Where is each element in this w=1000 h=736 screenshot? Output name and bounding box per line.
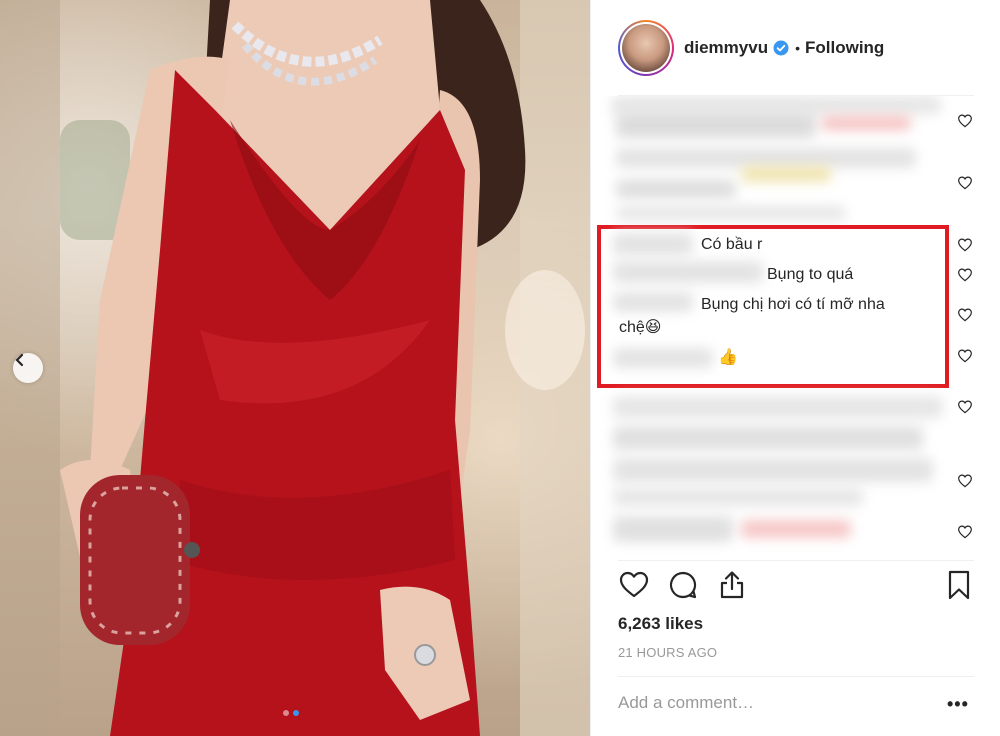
comment-like-heart-icon[interactable] [957,473,973,489]
share-icon[interactable] [716,569,748,601]
avatar[interactable] [618,19,674,76]
blurred-comment [616,112,816,138]
comment-text: Bụng chị hơi có tí mỡ nha [701,296,885,313]
blurred-comment [616,206,846,220]
comment-text: Bụng to quá [767,266,854,283]
comment-like-heart-icon[interactable] [957,348,973,364]
comment-like-heart-icon[interactable] [957,524,973,540]
bookmark-icon[interactable] [943,569,975,601]
blurred-username [613,292,693,312]
comment-text: Có bầu r [701,236,763,253]
blurred-comment [821,116,911,130]
heart-icon[interactable] [618,569,650,601]
blurred-comment [613,426,923,450]
more-options-button[interactable]: ••• [947,694,969,715]
post-sidebar: diemmyvu • Following Có bầu r Bụng to qu… [590,0,1000,736]
avatar-image [622,23,670,72]
comment-text: 👍 [718,349,738,366]
comment-icon[interactable] [667,569,699,601]
comment-like-heart-icon[interactable] [957,237,973,253]
blurred-comment [613,516,733,542]
blurred-username [613,233,693,255]
blurred-comment [741,520,851,538]
separator-dot: • [795,39,800,56]
blurred-comment [613,396,943,418]
blurred-comment [616,180,736,198]
comment-like-heart-icon[interactable] [957,175,973,191]
chevron-left-icon [15,353,24,367]
blurred-username [613,261,763,283]
post-timestamp[interactable]: 21 HOURS AGO [618,645,717,660]
blurred-comment [616,148,916,168]
blurred-username [613,348,713,368]
photo-illustration [0,0,590,736]
comment-list: Có bầu r Bụng to quá Bụng chị hơi có tí … [591,96,1000,560]
blurred-comment [741,166,831,182]
comments-divider [618,560,974,561]
post-header: diemmyvu • Following [591,0,1000,95]
comment-like-heart-icon[interactable] [957,399,973,415]
username-link[interactable]: diemmyvu [684,38,768,58]
blurred-comment [613,488,863,506]
add-comment-input[interactable]: Add a comment… [618,693,754,713]
following-button[interactable]: Following [805,38,884,58]
post-actions [591,569,1000,605]
carousel-dot [283,710,289,716]
carousel-dot-active [293,710,299,716]
verified-badge-icon [773,40,789,55]
likes-count[interactable]: 6,263 likes [618,614,703,634]
comment-like-heart-icon[interactable] [957,113,973,129]
comment-like-heart-icon[interactable] [957,267,973,283]
carousel-previous-button[interactable] [13,353,43,383]
blurred-comment [613,458,933,482]
add-comment-divider [618,676,974,677]
carousel-indicator [283,710,299,716]
post-photo[interactable] [0,0,590,736]
comment-like-heart-icon[interactable] [957,307,973,323]
comment-text: chệ😆 [619,319,662,336]
